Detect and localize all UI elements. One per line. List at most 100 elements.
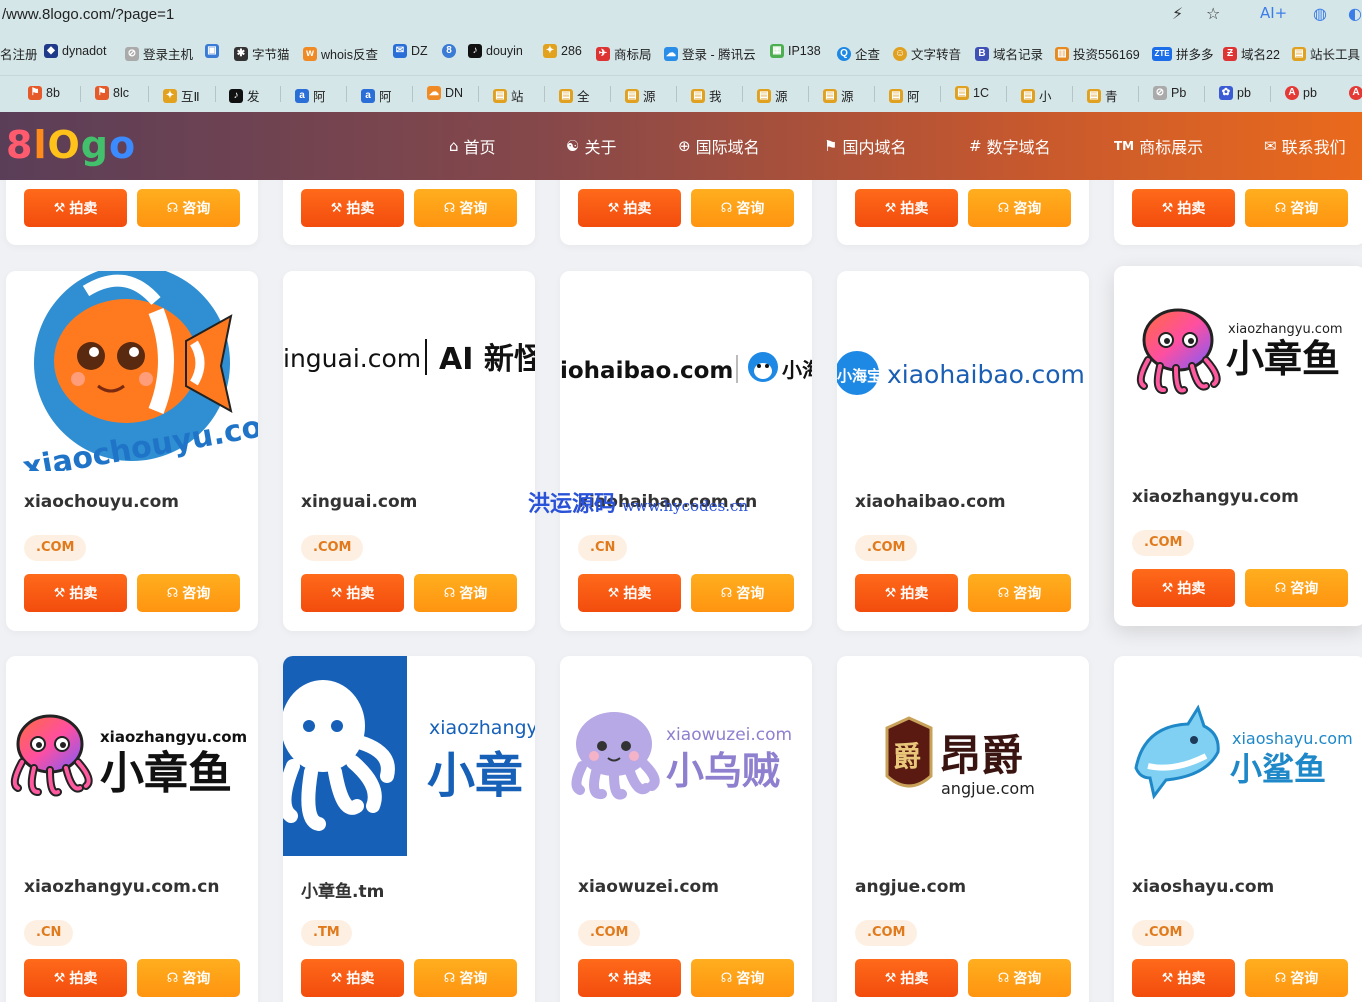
consult-button[interactable]: ☊ 咨询: [968, 189, 1071, 227]
consult-button[interactable]: ☊ 咨询: [1245, 959, 1348, 997]
domain-card[interactable]: 小海宝 xiaohaibao.com xiaohaibao.com .COM ⚒…: [837, 271, 1089, 631]
bookmark-item[interactable]: ☁ DN: [427, 86, 463, 100]
bookmark-item[interactable]: ☺ 文字转音: [893, 44, 961, 63]
consult-button[interactable]: ☊ 咨询: [137, 574, 240, 612]
domain-name[interactable]: xiaochouyu.com: [24, 492, 179, 512]
auction-button[interactable]: ⚒ 拍卖: [855, 574, 958, 612]
domain-card[interactable]: inguai.com AI 新怪 xinguai.com .COM ⚒ 拍卖 ☊ 咨…: [283, 271, 535, 631]
bookmark-item[interactable]: ▤ 小: [1021, 86, 1052, 105]
bookmark-item[interactable]: ✈ 商标局: [596, 44, 652, 63]
bookmark-item[interactable]: ♪ 发: [229, 86, 260, 105]
bookmark-item[interactable]: ▤ 全: [559, 86, 590, 105]
domain-name[interactable]: xiaowuzei.com: [578, 877, 719, 897]
bookmark-item[interactable]: ▤ 站长工具: [1292, 44, 1360, 63]
bookmark-item[interactable]: Q 企查: [837, 44, 880, 63]
auction-button[interactable]: ⚒ 拍卖: [24, 189, 127, 227]
auction-button[interactable]: ⚒ 拍卖: [855, 959, 958, 997]
bookmark-item[interactable]: ▤ 阿: [889, 86, 920, 105]
auction-button[interactable]: ⚒ 拍卖: [1132, 959, 1235, 997]
extension-icon[interactable]: ◐: [1348, 4, 1362, 23]
auction-button[interactable]: ⚒ 拍卖: [24, 574, 127, 612]
auction-button[interactable]: ⚒ 拍卖: [24, 959, 127, 997]
consult-button[interactable]: ☊ 咨询: [414, 189, 517, 227]
domain-card[interactable]: xiaochouyu.com xiaochouyu.com .COM ⚒ 拍卖 ☊…: [6, 271, 258, 631]
consult-button[interactable]: ☊ 咨询: [414, 574, 517, 612]
bookmark-item[interactable]: ▤ 源: [757, 86, 788, 105]
domain-name[interactable]: xinguai.com: [301, 492, 417, 512]
bookmark-item[interactable]: ▥ 投资556169: [1055, 44, 1140, 63]
bookmark-item[interactable]: ▣: [205, 44, 223, 58]
bookmark-item[interactable]: ▤ 青: [1087, 86, 1118, 105]
nav-trademarks[interactable]: TM 商标展示: [1114, 112, 1203, 180]
auction-button[interactable]: ⚒ 拍卖: [578, 959, 681, 997]
consult-button[interactable]: ☊ 咨询: [691, 189, 794, 227]
nav-numeric-domains[interactable]: # 数字域名: [969, 112, 1051, 180]
bookmark-item[interactable]: ✦ 互Ⅱ: [163, 86, 200, 105]
auction-button[interactable]: ⚒ 拍卖: [578, 189, 681, 227]
auction-button[interactable]: ⚒ 拍卖: [301, 189, 404, 227]
domain-name[interactable]: xiaozhangyu.com.cn: [24, 877, 219, 897]
site-logo[interactable]: 8lOgo: [6, 123, 136, 167]
consult-button[interactable]: ☊ 咨询: [691, 959, 794, 997]
consult-button[interactable]: ☊ 咨询: [414, 959, 517, 997]
consult-button[interactable]: ☊ 咨询: [1245, 189, 1348, 227]
domain-card[interactable]: xiaozhangyu.com 小章鱼 xiaozhangyu.com.cn .…: [6, 656, 258, 1002]
nav-home[interactable]: ⌂ 首页: [449, 112, 496, 180]
bookmark-item[interactable]: ▤ 源: [625, 86, 656, 105]
auction-button[interactable]: ⚒ 拍卖: [301, 959, 404, 997]
bookmark-item[interactable]: ▦ IP138: [770, 44, 821, 58]
ai-icon[interactable]: AI+: [1260, 4, 1287, 22]
bookmark-item[interactable]: ✦ 286: [543, 44, 582, 58]
domain-card[interactable]: xiaozhangyu.com 小章鱼 xiaozhangyu.com .COM…: [1114, 266, 1362, 626]
domain-card[interactable]: iohaibao.com 小海 xiaohaibao.com.cn .CN ⚒拍…: [560, 271, 812, 631]
auction-button[interactable]: ⚒ 拍卖: [855, 189, 958, 227]
bookmark-item[interactable]: Ƶ 域名22: [1223, 44, 1280, 63]
bookmark-item[interactable]: ♪ douyin: [468, 44, 523, 58]
domain-card[interactable]: xiaowuzei.com 小乌贼 xiaowuzei.com .COM ⚒ 拍卖…: [560, 656, 812, 1002]
bookmark-item[interactable]: ⚑ 8lc: [95, 86, 129, 100]
bookmark-item[interactable]: B 域名记录: [975, 44, 1043, 63]
nav-contact[interactable]: ✉ 联系我们: [1264, 112, 1346, 180]
bookmark-item[interactable]: ☁ 登录 - 腾讯云: [664, 44, 756, 63]
bookmark-item[interactable]: ▤ 站: [493, 86, 524, 105]
domain-card[interactable]: xiaoshayu.com 小鲨鱼 xiaoshayu.com .COM ⚒ 拍卖…: [1114, 656, 1362, 1002]
star-icon[interactable]: ☆: [1206, 4, 1220, 23]
translate-icon[interactable]: ◍: [1313, 4, 1327, 23]
consult-button[interactable]: ☊ 咨询: [968, 574, 1071, 612]
domain-name[interactable]: angjue.com: [855, 877, 966, 897]
bookmark-item[interactable]: ⊘ 登录主机: [125, 44, 193, 63]
consult-button[interactable]: ☊ 咨询: [137, 959, 240, 997]
bookmark-item[interactable]: a阿: [295, 86, 326, 105]
consult-button[interactable]: ☊ 咨询: [137, 189, 240, 227]
domain-card[interactable]: 爵 昂爵 angjue.com angjue.com .COM ⚒ 拍卖 ☊ 咨询: [837, 656, 1089, 1002]
bookmark-item[interactable]: ◆ dynadot: [44, 44, 106, 58]
domain-name[interactable]: xiaoshayu.com: [1132, 877, 1274, 897]
browser-address-bar[interactable]: /www.8logo.com/?page=1 ⚡ ☆ AI+ ◍ ◐: [0, 0, 1362, 28]
nav-domestic-domains[interactable]: ⚑ 国内域名: [824, 112, 906, 180]
auction-button[interactable]: ⚒ 拍卖: [578, 574, 681, 612]
auction-button[interactable]: ⚒ 拍卖: [1132, 569, 1235, 607]
bookmark-item[interactable]: ZTE 拼多多: [1152, 44, 1214, 63]
auction-button[interactable]: ⚒ 拍卖: [1132, 189, 1235, 227]
consult-button[interactable]: ☊ 咨询: [1245, 569, 1348, 607]
bookmark-item[interactable]: ⊘ Pb: [1153, 86, 1186, 100]
consult-button[interactable]: ☊ 咨询: [968, 959, 1071, 997]
consult-button[interactable]: ☊ 咨询: [691, 574, 794, 612]
bookmark-item[interactable]: ▤ 源: [823, 86, 854, 105]
bookmark-item[interactable]: ✿ pb: [1219, 86, 1251, 100]
bookmark-item[interactable]: 名注册: [0, 44, 38, 63]
domain-card[interactable]: xiaozhangy 小章 小章鱼.tm .TM ⚒ 拍卖 ☊ 咨询: [283, 656, 535, 1002]
domain-name[interactable]: xiaohaibao.com: [855, 492, 1006, 512]
bookmark-item[interactable]: 8: [442, 44, 460, 58]
nav-international-domains[interactable]: ⊕ 国际域名: [678, 112, 760, 180]
bookmark-item[interactable]: w whois反查: [303, 44, 378, 63]
bookmark-item[interactable]: ⚑ 8b: [28, 86, 60, 100]
nav-about[interactable]: ☯ 关于: [566, 112, 616, 180]
url-text[interactable]: /www.8logo.com/?page=1: [0, 6, 174, 23]
bookmark-item[interactable]: A: [1349, 86, 1362, 100]
lightning-icon[interactable]: ⚡: [1172, 4, 1183, 23]
domain-name[interactable]: 小章鱼.tm: [301, 877, 384, 902]
bookmark-item[interactable]: ✉ DZ: [393, 44, 428, 58]
bookmark-item[interactable]: a阿: [361, 86, 392, 105]
bookmark-item[interactable]: ▤ 1C: [955, 86, 989, 100]
